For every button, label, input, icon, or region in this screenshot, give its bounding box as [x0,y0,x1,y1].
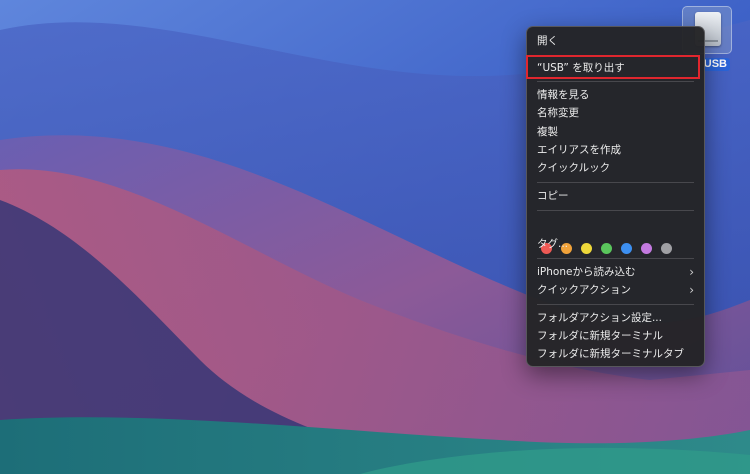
menu-item-make-alias[interactable]: エイリアスを作成 [537,141,694,159]
context-menu: 開く “USB” を取り出す 情報を見る 名称変更 複製 エイリアスを作成 クイ… [526,26,705,367]
menu-item-new-terminal-tab-at-folder[interactable]: フォルダに新規ターミナルタブ [537,345,694,363]
chevron-right-icon: › [689,265,694,279]
menu-item-eject[interactable]: “USB” を取り出す [537,59,694,77]
menu-separator [537,210,694,211]
menu-item-label: iPhoneから読み込む [537,266,636,278]
menu-item-duplicate[interactable]: 複製 [537,123,694,141]
menu-item-import-from-iphone[interactable]: iPhoneから読み込む › [537,263,694,281]
menu-item-label: クイックアクション [537,284,631,296]
menu-item-folder-actions-setup[interactable]: フォルダアクション設定... [537,309,694,327]
menu-item-copy[interactable]: コピー [537,187,694,205]
menu-separator [537,182,694,183]
chevron-right-icon: › [689,283,694,297]
desktop: USB 開く “USB” を取り出す 情報を見る 名称変更 複製 エイリアスを作… [0,0,750,474]
menu-item-open[interactable]: 開く [537,32,694,50]
menu-item-new-terminal-at-folder[interactable]: フォルダに新規ターミナル [537,327,694,345]
menu-item-quick-actions[interactable]: クイックアクション › [537,281,694,299]
menu-item-get-info[interactable]: 情報を見る [537,86,694,104]
menu-separator [537,304,694,305]
menu-item-rename[interactable]: 名称変更 [537,104,694,122]
menu-item-tags[interactable]: タグ... [537,235,694,253]
menu-item-quick-look[interactable]: クイックルック [537,159,694,177]
menu-separator [537,55,694,56]
menu-separator [537,81,694,82]
menu-separator [537,258,694,259]
